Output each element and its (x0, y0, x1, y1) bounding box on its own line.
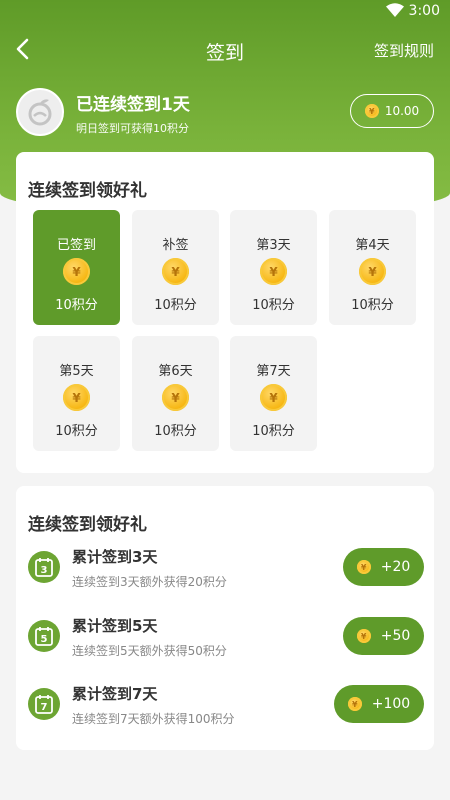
claim-bonus-button[interactable]: ¥ +100 (334, 685, 424, 723)
day-tile-3[interactable]: 第3天 ¥ 10积分 (230, 210, 317, 325)
day-label: 第3天 (256, 238, 291, 253)
reward-description: 连续签到7天额外获得100积分 (72, 712, 235, 726)
checkin-card-title: 连续签到领好礼 (28, 181, 147, 201)
calendar-day-number: 3 (41, 565, 48, 576)
bonus-amount: +100 (371, 696, 411, 712)
day-label: 已签到 (56, 238, 96, 253)
calendar-icon: 5 (28, 620, 60, 652)
avatar[interactable] (16, 88, 64, 136)
day-label: 第5天 (59, 364, 94, 379)
day-tile-5[interactable]: 第5天 ¥ 10积分 (33, 336, 120, 451)
calendar-day-number: 7 (41, 702, 48, 713)
wifi-icon (386, 3, 404, 17)
day-tile-7[interactable]: 第7天 ¥ 10积分 (230, 336, 317, 451)
reward-title: 累计签到7天 (72, 685, 158, 703)
calendar-icon: 7 (28, 688, 60, 720)
coin-icon: ¥ (356, 560, 371, 574)
rewards-card: 连续签到领好礼 3 累计签到3天 连续签到3天额外获得20积分 ¥ +20 5 (16, 486, 434, 750)
points-balance: 10.00 (384, 104, 420, 118)
checkin-rules-link[interactable]: 签到规则 (374, 40, 434, 61)
coin-icon: ¥ (63, 384, 90, 411)
status-bar: 3:00 (0, 0, 450, 24)
day-points: 10积分 (154, 424, 197, 439)
reward-title: 累计签到3天 (72, 548, 158, 566)
day-label: 第6天 (158, 364, 193, 379)
day-points: 10积分 (351, 298, 394, 313)
reward-row-7-days: 7 累计签到7天 连续签到7天额外获得100积分 ¥ +100 (26, 683, 424, 731)
rewards-card-title: 连续签到领好礼 (28, 515, 147, 535)
streak-headline: 已连续签到1天 (76, 95, 190, 115)
coin-icon: ¥ (63, 258, 90, 285)
reward-row-3-days: 3 累计签到3天 连续签到3天额外获得20积分 ¥ +20 (26, 546, 424, 594)
reward-row-5-days: 5 累计签到5天 连续签到5天额外获得50积分 ¥ +50 (26, 615, 424, 663)
bonus-amount: +20 (380, 559, 411, 575)
default-avatar-icon (28, 99, 52, 126)
day-points: 10积分 (252, 424, 295, 439)
coin-icon: ¥ (347, 697, 362, 711)
day-label: 第7天 (256, 364, 291, 379)
reward-description: 连续签到5天额外获得50积分 (72, 644, 227, 658)
nav-bar: 签到 签到规则 (0, 28, 450, 72)
day-label: 第4天 (355, 238, 390, 253)
claim-bonus-button[interactable]: ¥ +20 (343, 548, 424, 586)
streak-subline: 明日签到可获得10积分 (76, 122, 189, 135)
coin-icon: ¥ (364, 104, 379, 118)
coin-icon: ¥ (356, 629, 371, 643)
day-points: 10积分 (55, 298, 98, 313)
reward-description: 连续签到3天额外获得20积分 (72, 575, 227, 589)
status-time: 3:00 (408, 3, 440, 19)
calendar-day-number: 5 (41, 634, 48, 645)
bonus-amount: +50 (380, 628, 411, 644)
day-tile-1[interactable]: 已签到 ¥ 10积分 (33, 210, 120, 325)
day-tile-2[interactable]: 补签 ¥ 10积分 (132, 210, 219, 325)
coin-icon: ¥ (260, 258, 287, 285)
day-points: 10积分 (55, 424, 98, 439)
day-points: 10积分 (252, 298, 295, 313)
day-tile-6[interactable]: 第6天 ¥ 10积分 (132, 336, 219, 451)
day-tile-4[interactable]: 第4天 ¥ 10积分 (329, 210, 416, 325)
calendar-icon: 3 (28, 551, 60, 583)
reward-title: 累计签到5天 (72, 617, 158, 635)
day-label: 补签 (162, 238, 189, 253)
claim-bonus-button[interactable]: ¥ +50 (343, 617, 424, 655)
day-points: 10积分 (154, 298, 197, 313)
points-balance-pill[interactable]: ¥ 10.00 (350, 94, 434, 128)
checkin-card: 连续签到领好礼 已签到 ¥ 10积分 补签 ¥ 10积分 第3天 ¥ 10积分 … (16, 152, 434, 473)
profile-summary: 已连续签到1天 明日签到可获得10积分 ¥ 10.00 (16, 88, 434, 138)
coin-icon: ¥ (162, 258, 189, 285)
coin-icon: ¥ (359, 258, 386, 285)
coin-icon: ¥ (260, 384, 287, 411)
coin-icon: ¥ (162, 384, 189, 411)
